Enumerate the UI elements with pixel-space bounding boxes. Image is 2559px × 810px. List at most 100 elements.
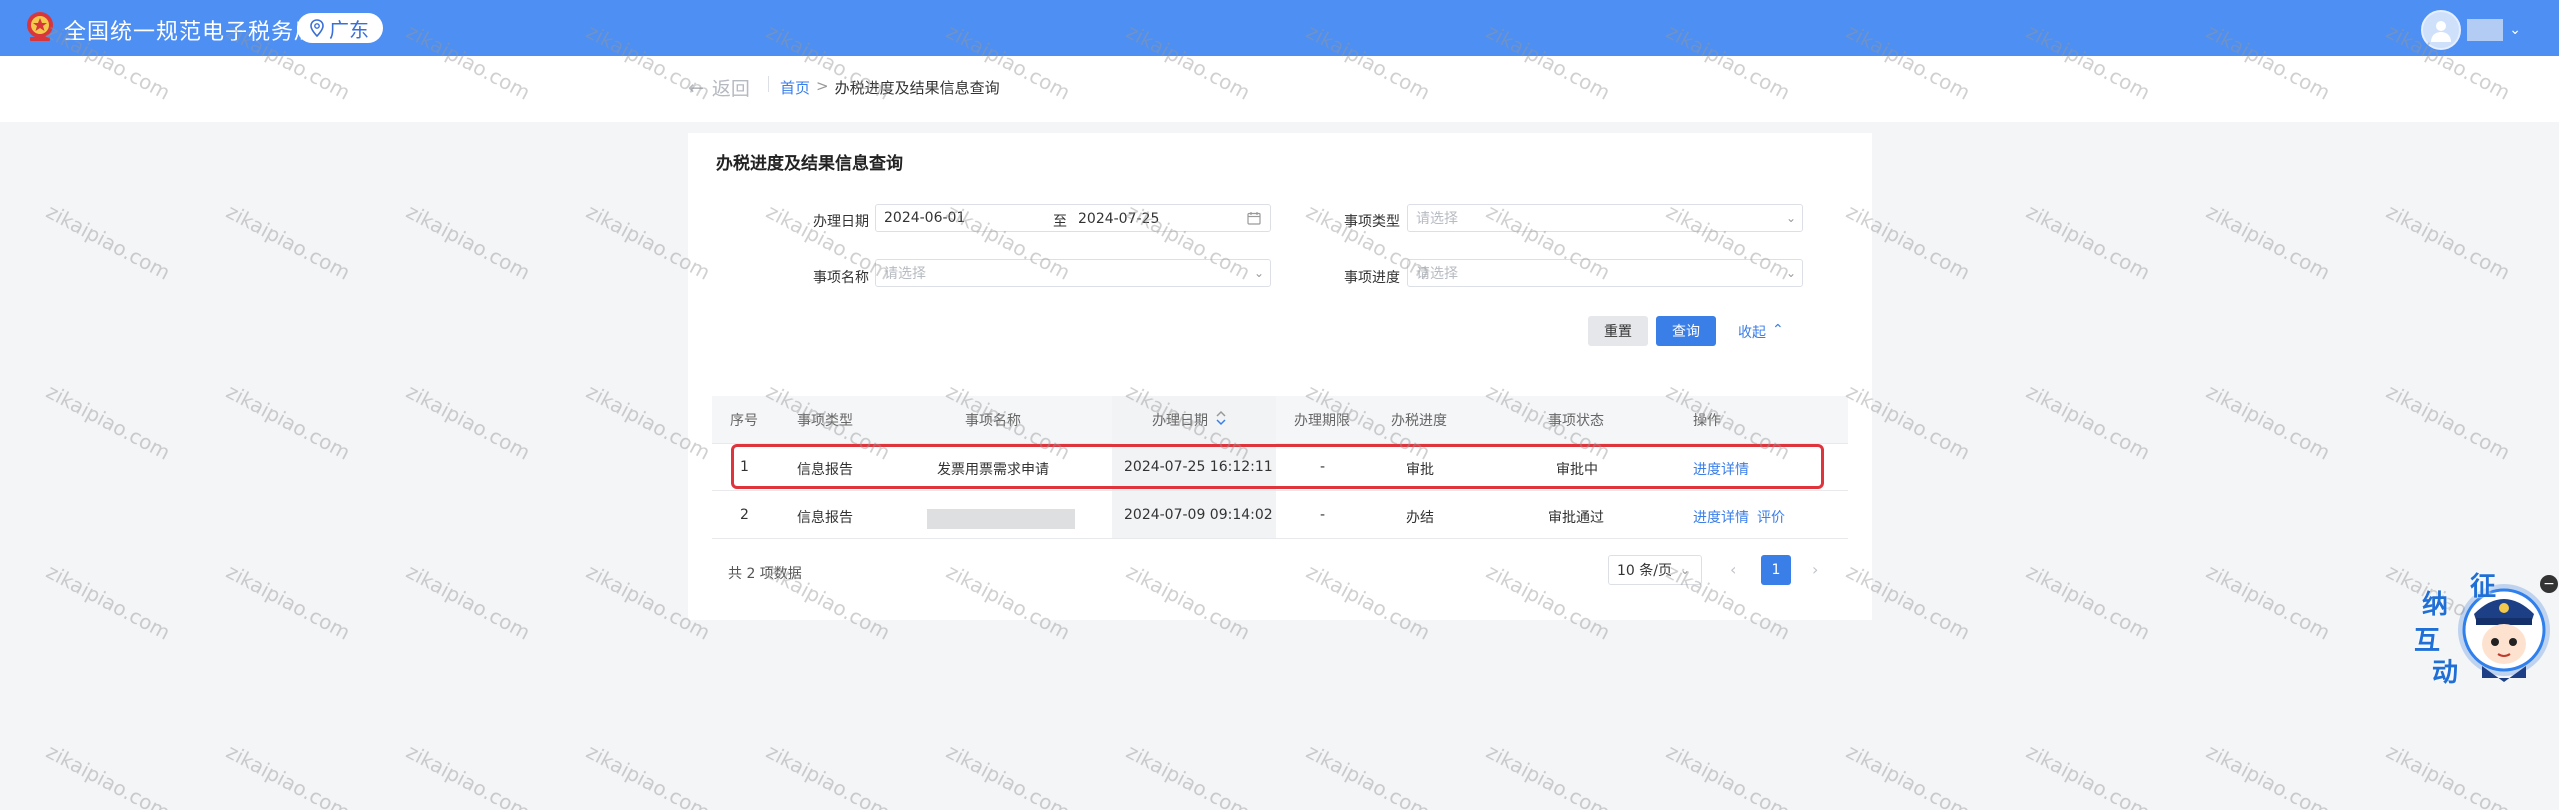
- date-start-value[interactable]: 2024-06-01: [876, 210, 965, 226]
- breadcrumb-separator: >: [816, 77, 829, 95]
- collapse-toggle[interactable]: 收起 ⌃: [1738, 322, 1784, 342]
- region-label: 广东: [329, 17, 369, 42]
- row2-progress: 办结: [1406, 510, 1434, 526]
- page-button-current[interactable]: 1: [1761, 555, 1791, 585]
- watermark: zikaipiao.com: [402, 199, 535, 285]
- watermark: zikaipiao.com: [402, 559, 535, 645]
- row2-evaluate-link[interactable]: 评价: [1757, 507, 1785, 527]
- row-divider: [712, 490, 1848, 491]
- watermark: zikaipiao.com: [402, 379, 535, 465]
- tax-emblem-icon: [27, 12, 53, 41]
- column-header-index: 序号: [730, 413, 758, 429]
- item-type-label: 事项类型: [1344, 214, 1400, 230]
- user-menu[interactable]: ⌄: [2421, 10, 2521, 50]
- arrow-left-icon: ←: [688, 76, 704, 99]
- watermark: zikaipiao.com: [2202, 199, 2335, 285]
- watermark: zikaipiao.com: [1842, 739, 1975, 810]
- watermark: zikaipiao.com: [2022, 379, 2155, 465]
- item-progress-placeholder: 请选择: [1416, 266, 1458, 282]
- chevron-down-icon: ⌄: [1785, 266, 1797, 280]
- calendar-icon[interactable]: [1247, 211, 1261, 225]
- watermark: zikaipiao.com: [2022, 739, 2155, 810]
- watermark: zikaipiao.com: [2202, 739, 2335, 810]
- page-size-value: 10 条/页: [1617, 563, 1672, 579]
- column-header-status: 事项状态: [1548, 413, 1604, 429]
- chevron-down-icon: ⌄: [1785, 211, 1797, 225]
- chevron-up-icon: ⌃: [1772, 322, 1784, 338]
- watermark: zikaipiao.com: [2202, 559, 2335, 645]
- page-title: 办税进度及结果信息查询: [716, 154, 903, 174]
- watermark: zikaipiao.com: [2022, 199, 2155, 285]
- date-end-value[interactable]: 2024-07-25: [1078, 211, 1159, 227]
- divider: [768, 76, 769, 92]
- breadcrumb-bar: [0, 56, 2559, 122]
- column-header-type: 事项类型: [797, 413, 853, 429]
- breadcrumb-current: 办税进度及结果信息查询: [834, 79, 1000, 97]
- date-range-separator: 至: [1053, 214, 1067, 230]
- watermark: zikaipiao.com: [2382, 199, 2515, 285]
- mascot-char-2: 纳: [2422, 590, 2449, 620]
- watermark: zikaipiao.com: [222, 739, 355, 810]
- date-range-picker[interactable]: 2024-06-01: [875, 204, 1271, 232]
- user-icon: [2431, 21, 2452, 42]
- breadcrumb-home-link[interactable]: 首页: [780, 77, 810, 98]
- item-progress-select[interactable]: 请选择 ⌄: [1407, 259, 1803, 287]
- watermark: zikaipiao.com: [402, 739, 535, 810]
- watermark: zikaipiao.com: [222, 559, 355, 645]
- row2-date: 2024-07-09 09:14:02: [1124, 507, 1273, 523]
- location-pin-icon: [310, 19, 324, 37]
- watermark: zikaipiao.com: [1662, 739, 1795, 810]
- back-button[interactable]: ← 返回: [688, 74, 750, 101]
- watermark: zikaipiao.com: [42, 199, 175, 285]
- chevron-down-icon[interactable]: ⌄: [2509, 22, 2521, 38]
- row2-deadline: -: [1320, 507, 1326, 523]
- row2-index: 2: [740, 507, 749, 523]
- row2-name-redacted: [927, 509, 1075, 529]
- watermark: zikaipiao.com: [42, 379, 175, 465]
- column-header-deadline: 办理期限: [1294, 413, 1350, 429]
- watermark: zikaipiao.com: [1122, 739, 1255, 810]
- watermark: zikaipiao.com: [582, 739, 715, 810]
- item-type-placeholder: 请选择: [1416, 211, 1458, 227]
- watermark: zikaipiao.com: [762, 739, 895, 810]
- watermark: zikaipiao.com: [1302, 739, 1435, 810]
- chevron-down-icon: ⌄: [1253, 266, 1265, 280]
- row2-type: 信息报告: [797, 510, 853, 526]
- row2-progress-detail-link[interactable]: 进度详情: [1693, 507, 1749, 527]
- row-divider: [712, 538, 1848, 539]
- page-size-select[interactable]: 10 条/页 ⌄: [1608, 555, 1702, 585]
- item-name-select[interactable]: 请选择 ⌄: [875, 259, 1271, 287]
- watermark: zikaipiao.com: [2202, 379, 2335, 465]
- mascot-char-1: 征: [2470, 572, 2497, 602]
- item-type-select[interactable]: 请选择 ⌄: [1407, 204, 1803, 232]
- watermark: zikaipiao.com: [42, 739, 175, 810]
- watermark: zikaipiao.com: [2382, 739, 2515, 810]
- column-header-date[interactable]: 办理日期: [1152, 410, 1208, 430]
- column-header-progress: 办税进度: [1391, 413, 1447, 429]
- column-header-actions: 操作: [1693, 413, 1721, 429]
- total-count: 共 2 项数据: [728, 566, 802, 582]
- prev-page-button[interactable]: ‹: [1730, 560, 1736, 579]
- site-title: 全国统一规范电子税务局: [64, 20, 318, 45]
- query-button[interactable]: 查询: [1656, 316, 1716, 346]
- item-name-placeholder: 请选择: [884, 266, 926, 282]
- sort-icon[interactable]: [1215, 408, 1227, 428]
- row2-status: 审批通过: [1548, 510, 1604, 526]
- next-page-button[interactable]: ›: [1812, 560, 1818, 579]
- item-name-label: 事项名称: [813, 270, 869, 286]
- reset-button[interactable]: 重置: [1588, 316, 1648, 346]
- column-header-name: 事项名称: [965, 413, 1021, 429]
- watermark: zikaipiao.com: [2382, 379, 2515, 465]
- watermark: zikaipiao.com: [222, 199, 355, 285]
- region-selector[interactable]: 广东: [297, 13, 383, 43]
- handle-date-label: 办理日期: [813, 214, 869, 230]
- watermark: zikaipiao.com: [222, 379, 355, 465]
- close-icon[interactable]: −: [2540, 575, 2558, 593]
- watermark: zikaipiao.com: [942, 739, 1075, 810]
- avatar[interactable]: [2421, 10, 2462, 50]
- collapse-label: 收起: [1738, 325, 1766, 341]
- chevron-down-icon: ⌄: [1679, 563, 1691, 577]
- item-progress-label: 事项进度: [1344, 270, 1400, 286]
- breadcrumb: 首页 > 办税进度及结果信息查询: [780, 77, 1000, 98]
- watermark: zikaipiao.com: [1482, 739, 1615, 810]
